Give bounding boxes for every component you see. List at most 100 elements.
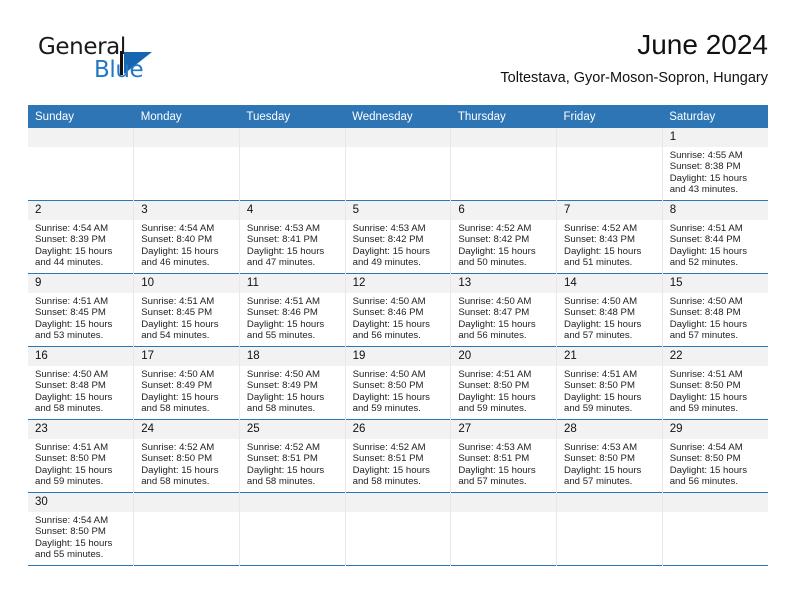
day-cell[interactable]: 30 Sunrise: 4:54 AM Sunset: 8:50 PM Dayl… xyxy=(28,492,135,566)
daylight-text-line1: Daylight: 15 hours xyxy=(141,391,219,403)
daylight-text-line1: Daylight: 15 hours xyxy=(669,391,748,403)
day-cell[interactable]: 2 Sunrise: 4:54 AM Sunset: 8:39 PM Dayli… xyxy=(28,200,135,274)
day-cell[interactable] xyxy=(345,492,452,566)
daylight-text-line1: Daylight: 15 hours xyxy=(458,464,536,476)
daylight-text-line1: Daylight: 15 hours xyxy=(564,464,642,476)
day-number: 25 xyxy=(239,420,345,439)
day-cell[interactable]: 9 Sunrise: 4:51 AM Sunset: 8:45 PM Dayli… xyxy=(28,273,135,347)
day-cell[interactable] xyxy=(345,128,452,201)
day-number: 29 xyxy=(662,420,768,439)
day-cell[interactable]: 16 Sunrise: 4:50 AM Sunset: 8:48 PM Dayl… xyxy=(28,346,135,420)
day-cell[interactable]: 23 Sunrise: 4:51 AM Sunset: 8:50 PM Dayl… xyxy=(28,419,135,493)
day-cell[interactable]: 27 Sunrise: 4:53 AM Sunset: 8:51 PM Dayl… xyxy=(450,419,558,493)
day-details: Sunrise: 4:52 AM Sunset: 8:42 PM Dayligh… xyxy=(451,220,556,269)
day-cell[interactable]: 17 Sunrise: 4:50 AM Sunset: 8:49 PM Dayl… xyxy=(133,346,240,420)
day-cell[interactable] xyxy=(450,492,558,566)
day-cell[interactable]: 28 Sunrise: 4:53 AM Sunset: 8:50 PM Dayl… xyxy=(556,419,663,493)
day-details: Sunrise: 4:54 AM Sunset: 8:50 PM Dayligh… xyxy=(663,439,768,488)
day-number: 17 xyxy=(134,347,239,366)
day-number: 15 xyxy=(662,274,768,293)
day-number xyxy=(239,493,345,512)
day-cell[interactable]: 1 Sunrise: 4:55 AM Sunset: 8:38 PM Dayli… xyxy=(662,128,768,201)
day-cell[interactable] xyxy=(556,128,663,201)
sunrise-text: Sunrise: 4:50 AM xyxy=(141,369,215,380)
day-cell[interactable]: 8 Sunrise: 4:51 AM Sunset: 8:44 PM Dayli… xyxy=(662,201,768,274)
day-number: 11 xyxy=(239,274,345,293)
day-cell[interactable] xyxy=(556,492,663,566)
day-cell[interactable]: 20 Sunrise: 4:51 AM Sunset: 8:50 PM Dayl… xyxy=(450,346,558,420)
day-cell[interactable]: 5 Sunrise: 4:53 AM Sunset: 8:42 PM Dayli… xyxy=(345,200,452,274)
title-block: June 2024 Toltestava, Gyor-Moson-Sopron,… xyxy=(500,28,768,89)
page-header: General Blue June 2024 Toltestava, Gyor-… xyxy=(28,28,768,98)
day-cell[interactable] xyxy=(239,128,346,201)
day-cell[interactable] xyxy=(133,492,240,566)
day-details: Sunrise: 4:50 AM Sunset: 8:50 PM Dayligh… xyxy=(346,366,451,415)
day-cell[interactable] xyxy=(239,492,346,566)
day-number: 12 xyxy=(345,274,451,293)
day-cell[interactable]: 13 Sunrise: 4:50 AM Sunset: 8:47 PM Dayl… xyxy=(450,273,558,347)
day-cell[interactable]: 3 Sunrise: 4:54 AM Sunset: 8:40 PM Dayli… xyxy=(133,200,240,274)
weekday-header-monday: Monday xyxy=(133,105,240,128)
day-cell[interactable]: 18 Sunrise: 4:50 AM Sunset: 8:49 PM Dayl… xyxy=(239,346,346,420)
day-cell[interactable]: 19 Sunrise: 4:50 AM Sunset: 8:50 PM Dayl… xyxy=(345,346,452,420)
sunset-text: Sunset: 8:48 PM xyxy=(35,380,106,392)
day-details: Sunrise: 4:54 AM Sunset: 8:50 PM Dayligh… xyxy=(28,512,133,561)
sunset-text: Sunset: 8:51 PM xyxy=(352,453,424,465)
day-cell[interactable]: 29 Sunrise: 4:54 AM Sunset: 8:50 PM Dayl… xyxy=(662,420,768,493)
daylight-text-line1: Daylight: 15 hours xyxy=(669,245,748,257)
day-number xyxy=(451,128,557,147)
day-cell[interactable]: 15 Sunrise: 4:50 AM Sunset: 8:48 PM Dayl… xyxy=(662,274,768,347)
weekday-header-friday: Friday xyxy=(556,105,663,128)
day-details: Sunrise: 4:52 AM Sunset: 8:43 PM Dayligh… xyxy=(557,220,662,269)
day-cell[interactable] xyxy=(28,128,135,201)
day-cell[interactable]: 12 Sunrise: 4:50 AM Sunset: 8:46 PM Dayl… xyxy=(345,273,452,347)
daylight-text-line1: Daylight: 15 hours xyxy=(669,464,748,476)
day-cell[interactable]: 10 Sunrise: 4:51 AM Sunset: 8:45 PM Dayl… xyxy=(133,273,240,347)
day-cell[interactable]: 6 Sunrise: 4:52 AM Sunset: 8:42 PM Dayli… xyxy=(450,200,558,274)
day-cell[interactable]: 7 Sunrise: 4:52 AM Sunset: 8:43 PM Dayli… xyxy=(556,200,663,274)
day-cell[interactable] xyxy=(133,128,240,201)
day-cell[interactable]: 21 Sunrise: 4:51 AM Sunset: 8:50 PM Dayl… xyxy=(556,346,663,420)
daylight-text-line1: Daylight: 15 hours xyxy=(246,245,325,257)
day-cell[interactable] xyxy=(450,128,558,201)
day-cell[interactable]: 25 Sunrise: 4:52 AM Sunset: 8:51 PM Dayl… xyxy=(239,419,346,493)
day-cell[interactable]: 11 Sunrise: 4:51 AM Sunset: 8:46 PM Dayl… xyxy=(239,273,346,347)
day-cell[interactable]: 14 Sunrise: 4:50 AM Sunset: 8:48 PM Dayl… xyxy=(556,273,663,347)
daylight-text-line2: and 52 minutes. xyxy=(669,257,738,269)
page-title: June 2024 xyxy=(637,29,768,60)
daylight-text-line2: and 58 minutes. xyxy=(141,476,210,488)
day-number: 18 xyxy=(239,347,345,366)
sunrise-text: Sunrise: 4:54 AM xyxy=(669,442,743,453)
sunrise-text: Sunrise: 4:54 AM xyxy=(35,223,109,234)
day-details: Sunrise: 4:51 AM Sunset: 8:50 PM Dayligh… xyxy=(557,366,662,415)
weekday-header-wednesday: Wednesday xyxy=(345,105,451,128)
sunrise-text: Sunrise: 4:52 AM xyxy=(564,223,638,234)
day-details: Sunrise: 4:50 AM Sunset: 8:48 PM Dayligh… xyxy=(557,293,662,342)
daylight-text-line2: and 59 minutes. xyxy=(564,403,633,415)
daylight-text-line1: Daylight: 15 hours xyxy=(35,245,113,257)
daylight-text-line1: Daylight: 15 hours xyxy=(669,172,748,184)
daylight-text-line1: Daylight: 15 hours xyxy=(458,318,536,330)
day-number: 4 xyxy=(239,201,345,220)
daylight-text-line1: Daylight: 15 hours xyxy=(246,318,325,330)
day-details: Sunrise: 4:51 AM Sunset: 8:44 PM Dayligh… xyxy=(663,220,768,269)
day-cell[interactable]: 4 Sunrise: 4:53 AM Sunset: 8:41 PM Dayli… xyxy=(239,200,346,274)
daylight-text-line1: Daylight: 15 hours xyxy=(669,318,748,330)
day-number xyxy=(662,493,768,512)
weekday-header-tuesday: Tuesday xyxy=(239,105,346,128)
brand-logo[interactable]: General Blue xyxy=(38,36,198,92)
day-cell[interactable] xyxy=(662,493,768,566)
daylight-text-line1: Daylight: 15 hours xyxy=(246,391,325,403)
day-cell[interactable]: 24 Sunrise: 4:52 AM Sunset: 8:50 PM Dayl… xyxy=(133,419,240,493)
daylight-text-line2: and 53 minutes. xyxy=(35,330,104,342)
day-cell[interactable]: 26 Sunrise: 4:52 AM Sunset: 8:51 PM Dayl… xyxy=(345,419,452,493)
daylight-text-line2: and 47 minutes. xyxy=(246,257,316,269)
day-number: 2 xyxy=(28,201,134,220)
week-row: 16 Sunrise: 4:50 AM Sunset: 8:48 PM Dayl… xyxy=(28,346,768,420)
daylight-text-line2: and 58 minutes. xyxy=(352,476,421,488)
daylight-text-line1: Daylight: 15 hours xyxy=(352,245,430,257)
day-cell[interactable]: 22 Sunrise: 4:51 AM Sunset: 8:50 PM Dayl… xyxy=(662,347,768,420)
sunrise-text: Sunrise: 4:53 AM xyxy=(352,223,426,234)
sunset-text: Sunset: 8:51 PM xyxy=(458,453,530,465)
day-details: Sunrise: 4:53 AM Sunset: 8:50 PM Dayligh… xyxy=(557,439,662,488)
